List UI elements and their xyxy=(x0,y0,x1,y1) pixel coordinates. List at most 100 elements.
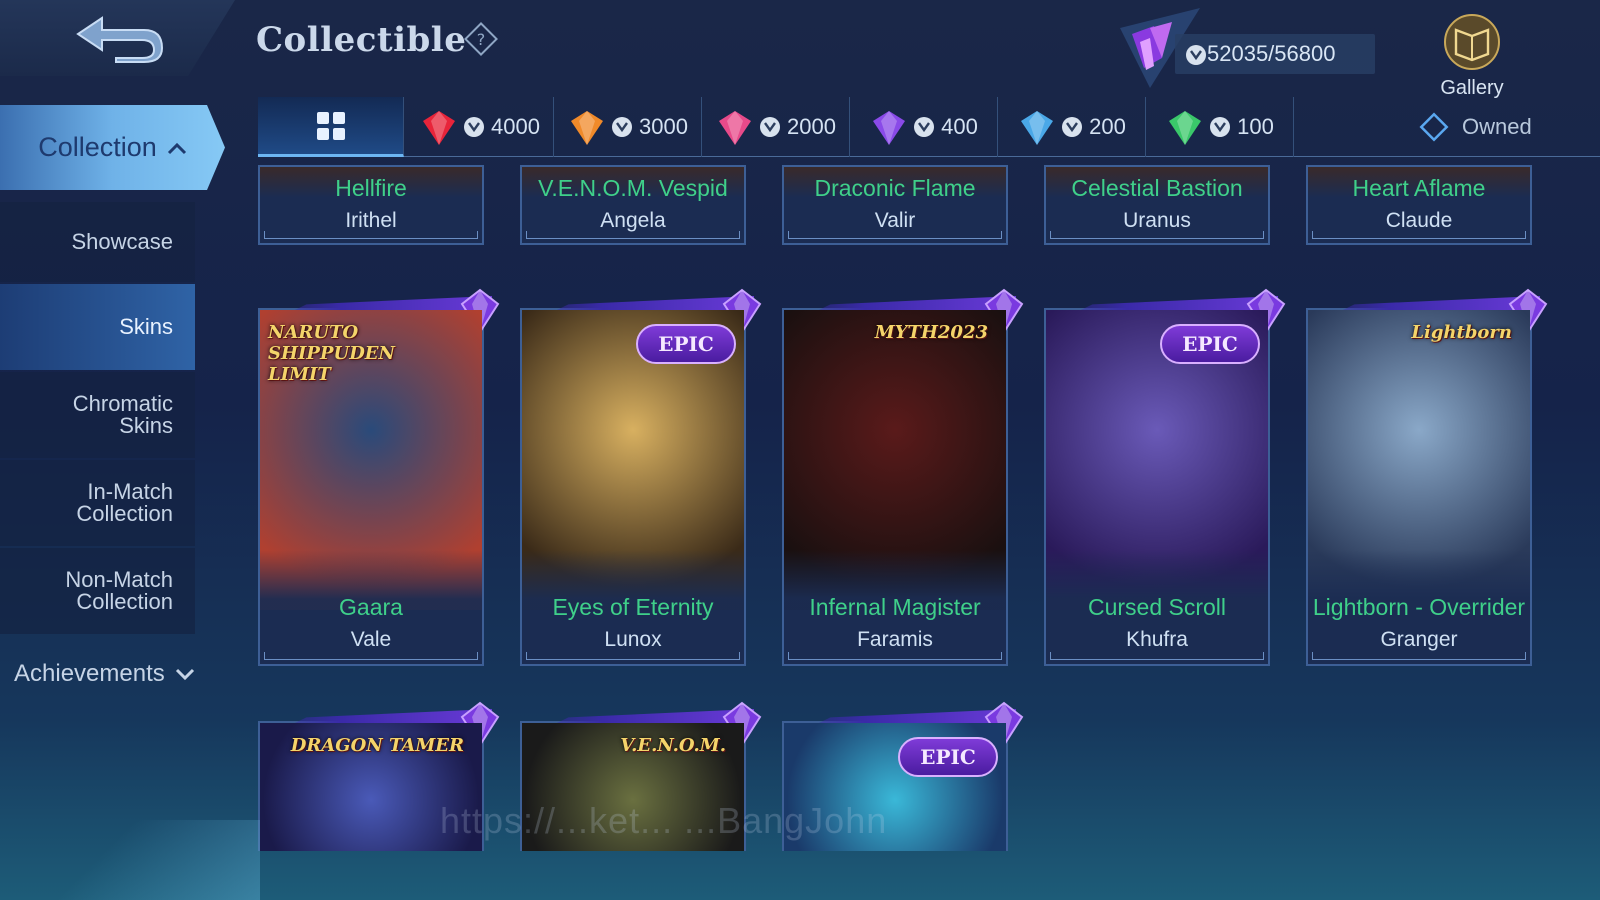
back-button[interactable] xyxy=(0,0,235,76)
filter-value: 100 xyxy=(1237,114,1274,139)
collection-label: Collection xyxy=(38,132,157,162)
owned-toggle[interactable]: Owned xyxy=(1418,97,1532,157)
hero-name: Faramis xyxy=(857,628,933,651)
rarity-gem-icon xyxy=(1169,111,1202,145)
owned-label: Owned xyxy=(1462,114,1532,139)
skin-card[interactable]: Heart Aflame Claude xyxy=(1306,165,1532,245)
collection-points: 52035/56800 xyxy=(1175,34,1375,74)
help-icon[interactable]: ? xyxy=(462,20,500,63)
sidebar-item-label: Chromatic Skins xyxy=(72,391,173,438)
skin-name: Draconic Flame xyxy=(814,175,976,201)
sidebar-item-in-match-collection[interactable]: In-Match Collection xyxy=(0,460,195,546)
epic-badge: EPIC xyxy=(636,324,736,364)
collector-coin-icon xyxy=(1062,117,1083,137)
skin-name: Lightborn - Overrider xyxy=(1312,594,1526,620)
decorative-glow xyxy=(0,820,260,900)
hero-name: Irithel xyxy=(345,209,397,232)
sidebar-item-label: Non-Match Collection xyxy=(65,567,173,614)
filter-tab-4000[interactable]: 4000 xyxy=(406,97,554,157)
skin-card[interactable]: Draconic Flame Valir xyxy=(782,165,1008,245)
card-frame xyxy=(788,231,1002,239)
skin-name: Infernal Magister xyxy=(809,594,981,620)
rarity-gem-icon xyxy=(423,111,456,145)
svg-text:?: ? xyxy=(477,30,486,49)
skin-name: V.E.N.O.M. Vespid xyxy=(538,175,728,201)
sidebar-item-chromatic-skins[interactable]: Chromatic Skins xyxy=(0,372,195,458)
skin-name: Hellfire xyxy=(335,175,407,201)
skin-card[interactable]: V.E.N.O.M. Vespid Angela xyxy=(520,165,746,245)
skin-card[interactable]: MYTH2023 Infernal Magister Faramis xyxy=(782,288,1024,666)
filter-tab-400[interactable]: 400 xyxy=(850,97,998,157)
skin-card[interactable]: Celestial Bastion Uranus xyxy=(1044,165,1270,245)
back-arrow-icon xyxy=(76,16,164,63)
hero-name: Valir xyxy=(874,209,916,232)
filter-tab-2000[interactable]: 2000 xyxy=(702,97,850,157)
sidebar-item-label: Achievements xyxy=(14,660,165,687)
collector-coin-icon xyxy=(612,117,633,137)
card-frame xyxy=(1312,652,1526,660)
rarity-gem-icon xyxy=(1021,111,1054,145)
filter-tab-100[interactable]: 100 xyxy=(1146,97,1294,157)
skin-card[interactable]: Hellfire Irithel xyxy=(258,165,484,245)
card-frame xyxy=(264,652,478,660)
series-logo: DRAGON TAMER xyxy=(290,735,464,756)
points-value: 52035/56800 xyxy=(1207,41,1336,66)
card-frame xyxy=(1312,231,1526,239)
grid-icon xyxy=(316,111,345,140)
card-frame xyxy=(788,652,1002,660)
rarity-gem-icon xyxy=(571,111,604,145)
hero-name: Vale xyxy=(350,628,392,651)
filter-tab-all[interactable] xyxy=(258,97,404,157)
filter-tab-200[interactable]: 200 xyxy=(998,97,1146,157)
card-top-strip xyxy=(294,296,492,310)
collector-coin-icon xyxy=(914,117,935,137)
sidebar-item-achievements[interactable]: Achievements xyxy=(14,660,195,688)
sidebar-item-showcase[interactable]: Showcase xyxy=(0,202,195,282)
gallery-button[interactable]: Gallery xyxy=(1432,14,1512,99)
sidebar-item-skins[interactable]: Skins xyxy=(0,284,195,370)
diamond-check-icon xyxy=(1419,112,1449,142)
sidebar-item-label: Showcase xyxy=(71,229,173,254)
series-logo: NARUTO SHIPPUDEN LIMIT xyxy=(268,322,395,385)
gallery-book-icon xyxy=(1444,14,1500,70)
filter-value: 200 xyxy=(1089,114,1126,139)
series-logo: Lightborn xyxy=(1411,322,1512,343)
skin-card[interactable]: EPIC Eyes of Eternity Lunox xyxy=(520,288,762,666)
filter-value: 2000 xyxy=(787,114,836,139)
filter-tab-3000[interactable]: 3000 xyxy=(554,97,702,157)
series-logo: MYTH2023 xyxy=(874,322,988,343)
hero-name: Khufra xyxy=(1126,628,1188,651)
skin-name: Heart Aflame xyxy=(1352,175,1486,201)
card-frame xyxy=(526,652,740,660)
skin-name: Celestial Bastion xyxy=(1071,175,1243,201)
skin-card[interactable]: NARUTO SHIPPUDEN LIMIT Gaara Vale xyxy=(258,288,500,666)
collector-coin-icon xyxy=(1186,45,1206,65)
hero-name: Granger xyxy=(1380,628,1458,651)
card-top-strip xyxy=(294,709,492,723)
sidebar: Collection Showcase Skins Chromatic Skin… xyxy=(0,100,240,900)
sidebar-item-label: Skins xyxy=(119,314,173,339)
filter-value: 4000 xyxy=(491,114,540,139)
skin-card[interactable]: EPIC Cursed Scroll Khufra xyxy=(1044,288,1286,666)
watermark: https://...ket... ...BangJohn xyxy=(440,800,888,841)
skin-card[interactable]: Lightborn Lightborn - Overrider Granger xyxy=(1306,288,1548,666)
card-top-strip xyxy=(556,296,754,310)
sidebar-item-non-match-collection[interactable]: Non-Match Collection xyxy=(0,548,195,634)
collection-tab[interactable]: Collection xyxy=(0,105,225,190)
series-logo: V.E.N.O.M. xyxy=(620,735,726,756)
card-top-strip xyxy=(818,709,1016,723)
top-bar: Collectible ? 52035/56800 Gallery xyxy=(0,0,1600,99)
card-frame xyxy=(1050,231,1264,239)
skin-name: Eyes of Eternity xyxy=(552,594,714,620)
page-title: Collectible xyxy=(256,20,467,60)
collector-coin-icon xyxy=(1210,117,1231,137)
hero-name: Uranus xyxy=(1123,209,1191,232)
hero-name: Lunox xyxy=(604,628,662,651)
card-top-strip xyxy=(1080,296,1278,310)
skin-name: Cursed Scroll xyxy=(1087,594,1227,620)
sidebar-item-label: In-Match Collection xyxy=(76,479,173,526)
skin-name: Gaara xyxy=(339,594,403,620)
epic-badge: EPIC xyxy=(898,737,998,777)
skins-grid: Hellfire Irithel V.E.N.O.M. Vespid Angela Dr… xyxy=(258,165,1600,900)
card-frame xyxy=(526,231,740,239)
